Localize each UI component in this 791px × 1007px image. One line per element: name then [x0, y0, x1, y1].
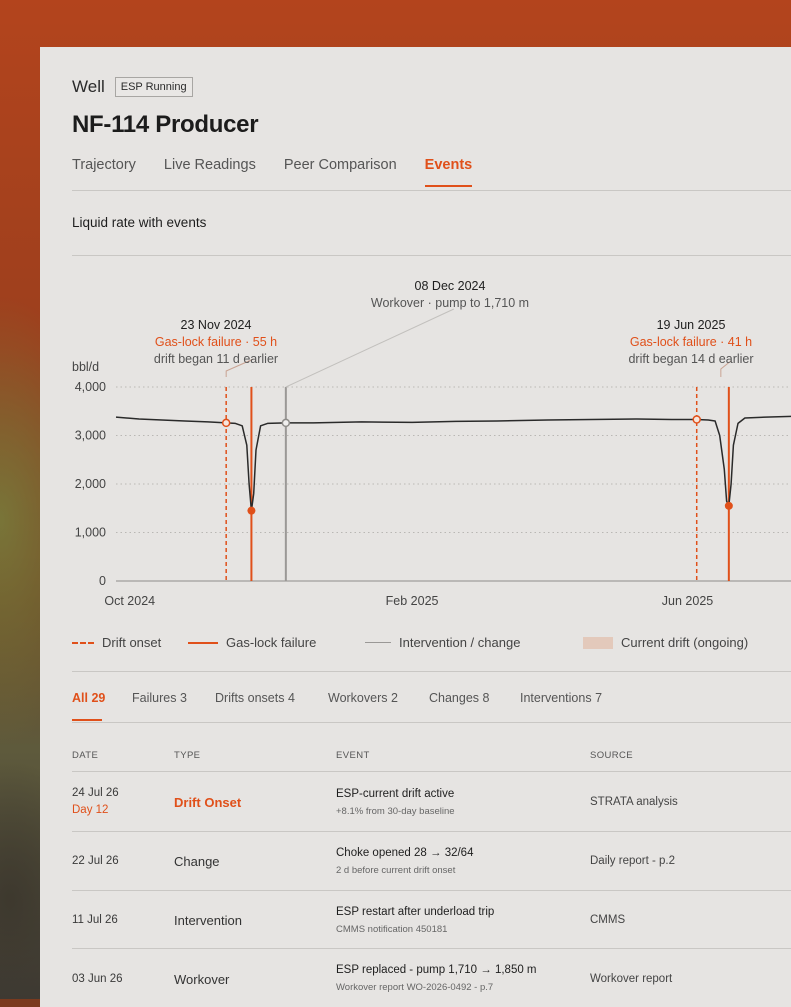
gas-lock-failure-swatch — [188, 641, 218, 644]
row-date: 22 Jul 26 — [72, 855, 119, 867]
annotation-drift-note: drift began 11 d earlier — [154, 352, 278, 366]
y-axis-label: bbl/d — [72, 360, 99, 374]
row-source: Workover report — [590, 973, 673, 985]
filter-all-label: All — [72, 691, 88, 705]
filter-failures-label: Failures — [132, 691, 177, 705]
row-source: CMMS — [590, 914, 626, 926]
row-date: 03 Jun 26 — [72, 973, 123, 985]
y-tick-label: 2,000 — [75, 477, 106, 491]
y-tick-label: 4,000 — [75, 380, 106, 394]
intervention-swatch — [365, 642, 391, 643]
filter-changes-label: Changes — [429, 691, 480, 705]
row-event: ESP-current drift active — [336, 788, 455, 800]
x-tick-label: Jun 2025 — [662, 594, 713, 607]
active-filter-underline — [72, 719, 102, 721]
col-source-header: SOURCE — [590, 750, 634, 761]
filter-interventions-label: Interventions — [520, 691, 592, 705]
col-type-header: TYPE — [174, 750, 201, 761]
filter-workovers-count: 2 — [391, 691, 398, 705]
row-date: 24 Jul 26 — [72, 787, 119, 799]
legend-drift-onset: Drift onset — [72, 635, 161, 650]
filter-all-count: 29 — [91, 691, 106, 705]
annotation-connector — [285, 308, 455, 388]
y-tick-label: 3,000 — [75, 429, 106, 443]
well-events-panel: Well ESP Running NF-114 Producer Traject… — [40, 47, 791, 1007]
row-type: Change — [174, 854, 220, 869]
row-event-detail: +8.1% from 30-day baseline — [336, 806, 455, 817]
y-tick-label: 0 — [99, 574, 106, 588]
current-drift-swatch — [583, 636, 613, 649]
filter-drift-onsets-label: Drifts onsets — [215, 691, 285, 705]
annotation-drift-note: drift began 14 d earlier — [628, 352, 753, 366]
annotation-date: 08 Dec 2024 — [415, 279, 486, 293]
filter-changes-count: 8 — [482, 691, 490, 705]
legend-gas-lock-failure-label: Gas-lock failure — [226, 635, 317, 650]
col-event-header: EVENT — [336, 750, 370, 761]
liquid-rate-chart: bbl/d 0 1,000 2,000 3,000 4,000 Oct 2024 Feb 20… — [72, 279, 791, 607]
y-tick-label: 1,000 — [75, 526, 106, 540]
row-type: Drift Onset — [174, 795, 242, 810]
filter-interventions[interactable]: Interventions 7 — [520, 691, 602, 705]
filter-changes[interactable]: Changes 8 — [429, 691, 489, 705]
x-tick-label: Oct 2024 — [104, 594, 155, 607]
row-type: Workover — [174, 972, 230, 987]
filter-failures-count: 3 — [179, 691, 187, 705]
legend-current-drift: Current drift (ongoing) — [583, 635, 748, 650]
row-event-detail: CMMS notification 450181 — [336, 924, 448, 935]
row-day-count: Day 12 — [72, 804, 109, 816]
annotation-failure-label: Gas-lock failure · 55 h — [155, 335, 277, 349]
col-date-header: DATE — [72, 750, 99, 761]
annotation-failure-label: Gas-lock failure · 41 h — [630, 335, 752, 349]
row-event-detail: 2 d before current drift onset — [336, 865, 456, 876]
filter-interventions-count: 7 — [595, 691, 603, 705]
row-event: Choke opened 28 → 32/64 — [336, 847, 474, 859]
annotation-workover-label: Workover · pump to 1,710 m — [371, 296, 529, 310]
row-source: STRATA analysis — [590, 796, 678, 808]
annotation-date: 23 Nov 2024 — [181, 318, 252, 332]
filter-drift-onsets[interactable]: Drifts onsets 4 — [215, 691, 295, 705]
legend-current-drift-label: Current drift (ongoing) — [621, 635, 749, 650]
legend-intervention-label: Intervention / change — [399, 635, 521, 650]
row-type: Intervention — [174, 913, 242, 928]
annotation-date: 19 Jun 2025 — [657, 318, 726, 332]
table-row[interactable]: 22 Jul 26 Change Choke opened 28 → 32/64… — [72, 832, 791, 890]
gas-lock-failure-point — [247, 506, 256, 515]
intervention-point — [281, 418, 291, 428]
row-event: ESP replaced - pump 1,710 → 1,850 m — [336, 964, 537, 976]
drift-onset-point — [221, 418, 231, 428]
filters-divider — [72, 722, 791, 723]
row-event: ESP restart after underload trip — [336, 906, 495, 918]
x-tick-label: Feb 2025 — [386, 594, 439, 607]
drift-onset-swatch — [72, 641, 94, 644]
filter-all[interactable]: All 29 — [72, 691, 105, 705]
filter-drift-onsets-count: 4 — [287, 691, 295, 705]
liquid-rate-line — [115, 415, 791, 512]
legend-divider — [72, 671, 791, 672]
row-date: 11 Jul 26 — [72, 914, 118, 926]
legend-gas-lock-failure: Gas-lock failure — [188, 635, 316, 650]
row-event-detail: Workover report WO-2026-0492 - p.7 — [336, 982, 494, 993]
filter-workovers-label: Workovers — [328, 691, 388, 705]
gas-lock-failure-point — [724, 501, 733, 510]
legend-drift-onset-label: Drift onset — [102, 635, 162, 650]
filter-failures[interactable]: Failures 3 — [132, 691, 187, 705]
row-source: Daily report - p.2 — [590, 855, 676, 867]
legend-intervention: Intervention / change — [365, 635, 520, 650]
filter-workovers[interactable]: Workovers 2 — [328, 691, 398, 705]
table-row[interactable]: 24 Jul 26 Day 12 Drift Onset ESP-current… — [72, 772, 791, 830]
drift-onset-point — [692, 415, 701, 424]
table-row[interactable]: 11 Jul 26 Intervention ESP restart after… — [72, 891, 791, 949]
table-row[interactable]: 03 Jun 26 Workover ESP replaced - pump 1… — [72, 949, 791, 1007]
